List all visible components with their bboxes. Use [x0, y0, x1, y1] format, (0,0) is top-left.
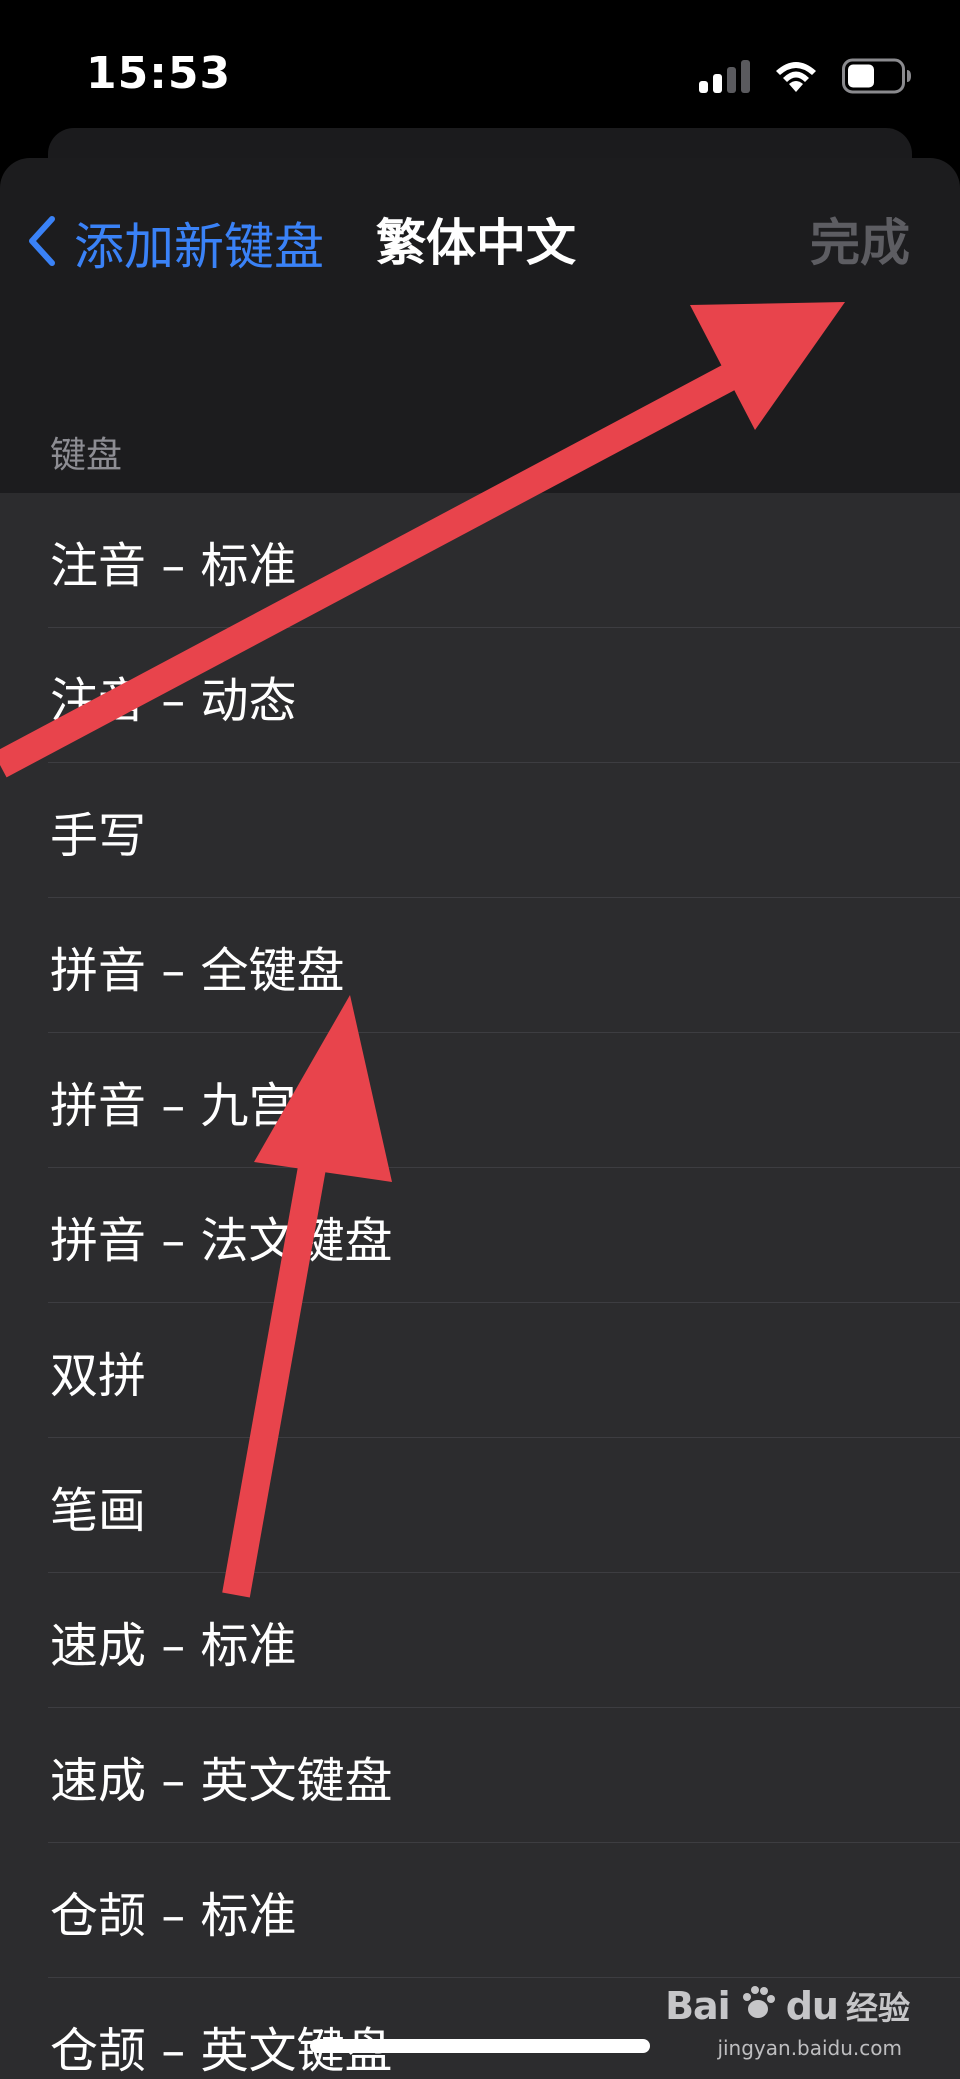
status-bar: 15:53	[0, 0, 960, 120]
list-item[interactable]: 手写	[0, 763, 960, 898]
keyboard-list: 注音 – 标准 注音 – 动态 手写 拼音 – 全键盘 拼音 – 九宫格 拼音 …	[0, 493, 960, 2079]
list-item-label: 笔画	[50, 1482, 147, 1539]
battery-icon	[842, 58, 912, 94]
list-item-label: 拼音 – 九宫格	[50, 1077, 345, 1134]
wifi-icon	[774, 59, 818, 93]
list-item-label: 拼音 – 法文键盘	[50, 1212, 393, 1269]
list-item[interactable]: 速成 – 标准	[0, 1573, 960, 1708]
list-item-label: 速成 – 标准	[50, 1617, 297, 1674]
list-item-label: 手写	[50, 807, 147, 864]
back-button-label: 添加新键盘	[74, 218, 324, 276]
list-item-label: 速成 – 英文键盘	[50, 1752, 393, 1809]
done-button[interactable]: 完成	[810, 208, 910, 278]
baidu-logo-text-2: du	[785, 1984, 839, 2028]
list-item[interactable]: 双拼	[0, 1303, 960, 1438]
list-item[interactable]: 拼音 – 法文键盘	[0, 1168, 960, 1303]
list-item[interactable]: 拼音 – 全键盘	[0, 898, 960, 1033]
status-icons	[699, 56, 912, 96]
status-time: 15:53	[86, 48, 232, 99]
watermark-url: jingyan.baidu.com	[717, 2036, 902, 2060]
screen: 15:53 添加新键盘 繁体中文 完成 键盘 注音 – 标准 注音 – 动态 手…	[0, 0, 960, 2079]
baidu-watermark: Bai du 经验	[665, 1982, 910, 2030]
section-header: 键盘	[50, 435, 123, 476]
list-item[interactable]: 注音 – 动态	[0, 628, 960, 763]
watermark-label: 经验	[845, 1989, 910, 2027]
page-title: 繁体中文	[376, 214, 576, 272]
back-button[interactable]: 添加新键盘	[24, 208, 324, 278]
list-item[interactable]: 速成 – 英文键盘	[0, 1708, 960, 1843]
list-item[interactable]: 笔画	[0, 1438, 960, 1573]
list-item[interactable]: 注音 – 标准	[0, 493, 960, 628]
list-item-label: 注音 – 动态	[50, 672, 297, 729]
keyboard-sheet: 添加新键盘 繁体中文 完成 键盘 注音 – 标准 注音 – 动态 手写 拼音 –…	[0, 158, 960, 2079]
list-item-label: 注音 – 标准	[50, 537, 297, 594]
home-indicator[interactable]	[310, 2039, 650, 2053]
list-item-label: 双拼	[50, 1347, 147, 1404]
baidu-paw-icon	[738, 1982, 778, 2030]
chevron-left-icon	[24, 211, 60, 275]
list-item[interactable]: 仓颉 – 标准	[0, 1843, 960, 1978]
navigation-bar: 添加新键盘 繁体中文 完成	[0, 158, 960, 328]
list-item-label: 仓颉 – 标准	[50, 1887, 297, 1944]
baidu-logo-text: Bai	[665, 1984, 731, 2028]
list-item[interactable]: 拼音 – 九宫格	[0, 1033, 960, 1168]
list-item-label: 拼音 – 全键盘	[50, 942, 345, 999]
cellular-signal-icon	[699, 59, 750, 93]
